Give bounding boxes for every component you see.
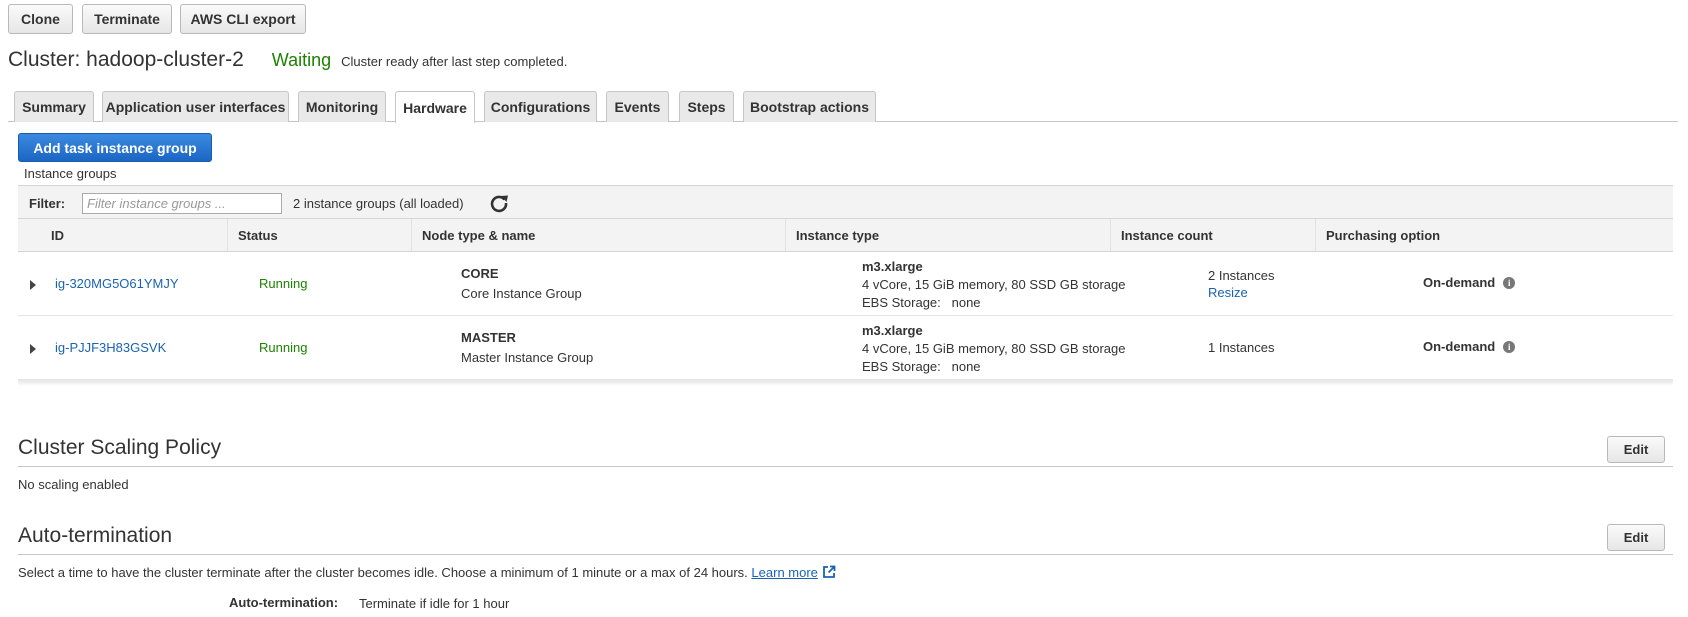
tab-hardware[interactable]: Hardware [395, 91, 475, 123]
scaling-edit-button[interactable]: Edit [1607, 436, 1665, 463]
terminate-button[interactable]: Terminate [82, 4, 172, 34]
tab-summary[interactable]: Summary [14, 91, 94, 122]
cluster-header: Cluster: hadoop-cluster-2 Waiting Cluste… [8, 48, 567, 72]
auto-termination-field-value: Terminate if idle for 1 hour [359, 596, 510, 611]
tab-steps[interactable]: Steps [679, 91, 734, 122]
column-header-instance-count[interactable]: Instance count [1110, 219, 1315, 251]
auto-termination-heading: Auto-termination [18, 524, 173, 547]
filter-label: Filter: [29, 196, 66, 211]
auto-termination-description-text: Select a time to have the cluster termin… [18, 565, 748, 580]
purchasing-option-label: On-demand [1423, 275, 1496, 290]
table-row: ig-PJJF3H83GSVK Running MASTER Master In… [18, 316, 1673, 380]
node-name: Master Instance Group [461, 350, 594, 365]
column-header-status[interactable]: Status [227, 219, 411, 251]
resize-link[interactable]: Resize [1208, 285, 1248, 300]
tab-bootstrap-actions[interactable]: Bootstrap actions [743, 91, 876, 122]
instance-group-count: 2 instance groups (all loaded) [293, 196, 464, 211]
filter-bar: Filter: 2 instance groups (all loaded) [18, 185, 1673, 219]
page-title: Cluster: hadoop-cluster-2 [8, 48, 244, 71]
column-header-node-type[interactable]: Node type & name [411, 219, 785, 251]
purchasing-option-label: On-demand [1423, 339, 1496, 354]
table-header: ID Status Node type & name Instance type… [18, 219, 1673, 252]
ebs-storage: EBS Storage: none [862, 359, 981, 374]
scaling-policy-heading: Cluster Scaling Policy [18, 436, 222, 459]
auto-termination-description: Select a time to have the cluster termin… [18, 565, 836, 580]
expand-row-caret-icon[interactable] [30, 280, 36, 290]
add-task-instance-group-button[interactable]: Add task instance group [18, 133, 212, 162]
clone-button[interactable]: Clone [8, 4, 73, 34]
instance-group-status: Running [259, 276, 308, 291]
node-name: Core Instance Group [461, 286, 582, 301]
auto-termination-field-label: Auto-termination: [229, 595, 339, 610]
learn-more-link[interactable]: Learn more [751, 565, 817, 580]
instance-count: 1 Instances [1208, 340, 1275, 355]
auto-termination-divider [18, 554, 1673, 555]
column-header-instance-type[interactable]: Instance type [785, 219, 1110, 251]
tab-monitoring[interactable]: Monitoring [298, 91, 386, 122]
refresh-icon[interactable] [489, 193, 509, 213]
tab-events[interactable]: Events [606, 91, 669, 122]
purchasing-option: On-demand i [1423, 339, 1516, 354]
instance-spec: 4 vCore, 15 GiB memory, 80 SSD GB storag… [862, 341, 1126, 356]
aws-cli-export-button[interactable]: AWS CLI export [180, 4, 306, 34]
filter-input[interactable] [82, 193, 282, 214]
table-bottom-shadow [18, 380, 1673, 386]
instance-group-id-link[interactable]: ig-320MG5O61YMJY [55, 276, 179, 291]
table-row: ig-320MG5O61YMJY Running CORE Core Insta… [18, 252, 1673, 316]
external-link-icon[interactable] [822, 565, 836, 579]
column-header-purchasing-option[interactable]: Purchasing option [1315, 219, 1673, 251]
expand-row-caret-icon[interactable] [30, 344, 36, 354]
instance-group-id-link[interactable]: ig-PJJF3H83GSVK [55, 340, 166, 355]
info-icon[interactable]: i [1503, 341, 1516, 353]
instance-group-status: Running [259, 340, 308, 355]
purchasing-option: On-demand i [1423, 275, 1516, 290]
cluster-status-description: Cluster ready after last step completed. [341, 54, 568, 69]
ebs-storage: EBS Storage: none [862, 295, 981, 310]
scaling-status-text: No scaling enabled [18, 477, 129, 492]
scaling-divider [18, 466, 1673, 467]
instance-count: 2 Instances [1208, 268, 1275, 283]
auto-termination-edit-button[interactable]: Edit [1607, 524, 1665, 551]
node-type: MASTER [461, 330, 516, 345]
instance-groups-caption: Instance groups [24, 166, 117, 181]
column-header-id[interactable]: ID [41, 219, 227, 251]
tab-configurations[interactable]: Configurations [484, 91, 597, 122]
tab-application-user-interfaces[interactable]: Application user interfaces [102, 91, 289, 122]
instance-spec: 4 vCore, 15 GiB memory, 80 SSD GB storag… [862, 277, 1126, 292]
info-icon[interactable]: i [1503, 277, 1516, 289]
cluster-status: Waiting [271, 50, 332, 70]
instance-type: m3.xlarge [862, 259, 923, 274]
node-type: CORE [461, 266, 499, 281]
instance-type: m3.xlarge [862, 323, 923, 338]
